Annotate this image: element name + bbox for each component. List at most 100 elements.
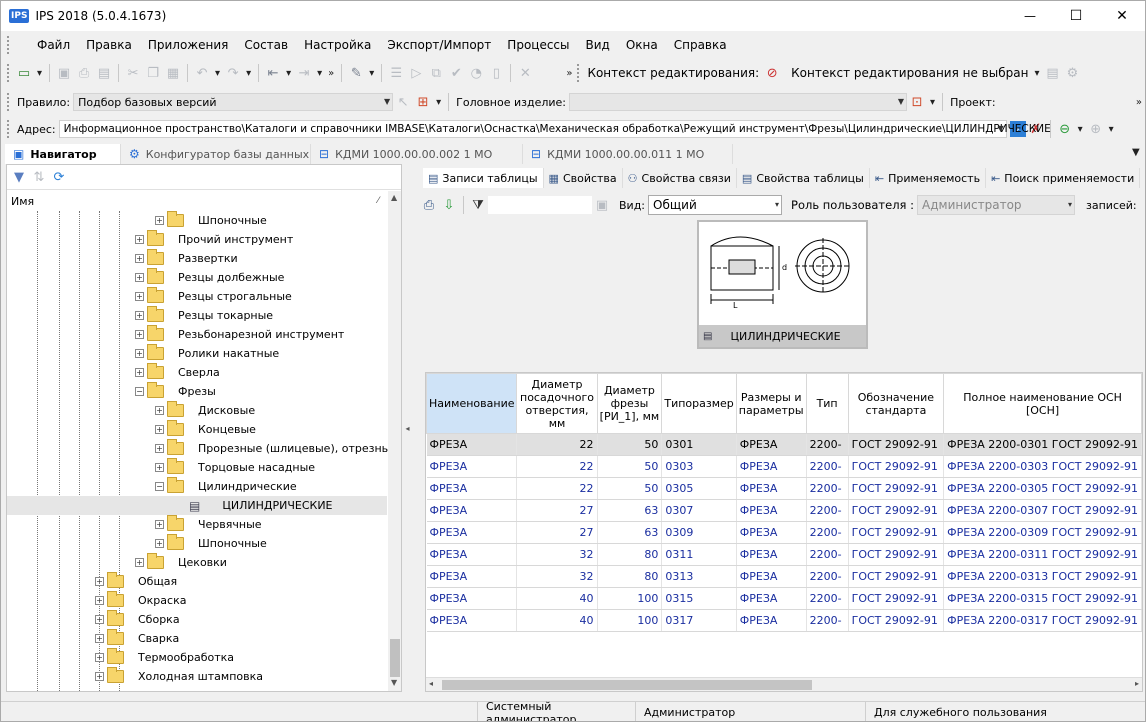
tree-node[interactable]: + Резьбонарезной инструмент [135,325,344,344]
tree-node[interactable]: + Ролики накатные [135,344,279,363]
table-cell[interactable]: ГОСТ 29092-91 [848,543,945,566]
expand-toggle-icon[interactable]: + [135,311,144,320]
table-cell[interactable]: ФРЕЗА [736,433,807,456]
head-product-select[interactable]: ▼ [569,93,908,111]
document-tabs-dropdown-icon[interactable]: ▼ [1129,147,1143,158]
table-cell[interactable]: ФРЕЗА 2200-0311 ГОСТ 29092-91 [943,543,1142,566]
expand-toggle-icon[interactable]: + [95,672,104,681]
print-icon[interactable]: ⎙ [74,63,94,83]
head-select-dropdown-icon[interactable]: ▾ [927,97,938,108]
table-cell[interactable]: 100 [597,609,663,632]
address-input[interactable]: Информационное пространство\Каталоги и с… [58,120,1051,138]
column-header-0[interactable]: Наименование [426,373,518,434]
tree-node[interactable]: − Фрезы [135,382,216,401]
table-cell[interactable]: ФРЕЗА [736,499,807,522]
menu-item-5[interactable]: Экспорт/Импорт [379,38,499,52]
edit-doc-dropdown-icon[interactable]: ▾ [366,68,377,79]
cut-icon[interactable]: ✂ [123,63,143,83]
table-row[interactable]: ФРЕЗА 27 63 0309 ФРЕЗА 2200- ГОСТ 29092-91 ФРЕЗ… [426,521,1142,544]
paste-icon[interactable]: ▦ [163,63,183,83]
tree-node[interactable]: + Шпоночные [155,534,267,553]
table-cell[interactable]: 80 [597,565,663,588]
toolbar-grip[interactable] [7,64,10,82]
structure-dropdown-icon[interactable]: ▾ [433,97,444,108]
image-dropdown-icon[interactable]: ▾ [34,68,45,79]
insert-dropdown-icon[interactable]: ▾ [283,68,294,79]
tree-node[interactable]: + Резцы долбежные [135,268,284,287]
table-row[interactable]: ФРЕЗА 40 100 0315 ФРЕЗА 2200- ГОСТ 29092-91 ФРЕ… [426,587,1142,610]
tree-node[interactable]: ▤ ЦИЛИНДРИЧЕСКИЕ [7,496,387,515]
tree-header[interactable]: Имя ⁄ [7,193,401,209]
filter-input[interactable] [488,196,592,214]
tree-node[interactable]: + Прочий инструмент [135,230,293,249]
toolbar-overflow-icon[interactable]: » [325,68,337,79]
minimize-button[interactable]: — [1007,9,1053,23]
context-dropdown-icon[interactable]: ▾ [1031,68,1042,79]
table-cell[interactable]: 63 [597,521,663,544]
rule-select[interactable]: Подбор базовых версий ▼ [73,93,394,111]
tree-node[interactable]: + Червячные [155,515,262,534]
table-cell[interactable]: ФРЕЗА [426,455,518,478]
redo-dropdown-icon[interactable]: ▾ [243,68,254,79]
head-select-icon[interactable]: ⊡ [907,92,927,112]
expand-toggle-icon[interactable]: + [135,292,144,301]
table-cell[interactable]: 2200- [806,609,849,632]
move-icon[interactable]: ⇥ [294,63,314,83]
table-cell[interactable]: ФРЕЗА [426,609,518,632]
menu-item-8[interactable]: Окна [618,38,666,52]
table-cell[interactable]: ФРЕЗА [426,521,518,544]
table-cell[interactable]: 0315 [661,587,737,610]
table-cell[interactable]: ФРЕЗА [736,521,807,544]
grid-hscrollbar[interactable]: ◂ ▸ [426,677,1142,691]
expand-toggle-icon[interactable]: + [95,615,104,624]
back-icon[interactable]: ⊖ [1055,119,1075,139]
grid-hscroll-thumb[interactable] [442,680,812,690]
tree-node[interactable]: + Общая [95,572,177,591]
no-context-icon[interactable]: ⊘ [762,63,782,83]
document-icon[interactable]: ▯ [486,63,506,83]
expand-toggle-icon[interactable]: + [155,425,164,434]
tree-scrollbar[interactable]: ▲ ▼ [388,191,401,691]
record-tab-4[interactable]: ⇤ Применяемость [870,168,987,188]
play-icon[interactable]: ▷ [406,63,426,83]
table-cell[interactable]: ФРЕЗА 2200-0303 ГОСТ 29092-91 [943,455,1142,478]
tree-node[interactable]: + Цековки [135,553,227,572]
context-settings-icon[interactable]: ⚙ [1062,63,1082,83]
menu-item-1[interactable]: Правка [78,38,140,52]
table-cell[interactable]: 50 [597,455,663,478]
copy-icon[interactable]: ❐ [143,63,163,83]
table-cell[interactable]: ФРЕЗА [736,587,807,610]
forward-icon[interactable]: ⊕ [1086,119,1106,139]
menu-item-6[interactable]: Процессы [499,38,577,52]
table-cell[interactable]: ФРЕЗА [426,499,518,522]
view-select[interactable]: Общий ▾ [648,195,783,215]
tree-node[interactable]: + Резцы токарные [135,306,273,325]
table-cell[interactable]: ФРЕЗА [426,433,518,456]
doc-tab-1[interactable]: ⚙ Конфигуратор базы данных [121,144,311,164]
table-cell[interactable]: 63 [597,499,663,522]
table-cell[interactable]: ФРЕЗА [426,565,518,588]
save-icon[interactable]: ▣ [54,63,74,83]
insert-icon[interactable]: ⇤ [263,63,283,83]
expand-toggle-icon[interactable]: + [95,634,104,643]
table-row[interactable]: ФРЕЗА 22 50 0301 ФРЕЗА 2200- ГОСТ 29092-91 ФРЕЗ… [426,433,1142,456]
tree-node[interactable]: + Сверла [135,363,220,382]
table-cell[interactable]: 2200- [806,543,849,566]
expand-toggle-icon[interactable]: + [135,558,144,567]
back-dropdown-icon[interactable]: ▾ [1075,124,1086,135]
column-header-5[interactable]: Тип [805,373,849,434]
tree-node[interactable]: + Торцовые насадные [155,458,315,477]
tree-node[interactable]: + Холодная штамповка [95,667,263,686]
table-cell[interactable]: 0313 [661,565,737,588]
menu-item-0[interactable]: Файл [29,38,78,52]
tree-node[interactable]: + Сварка [95,629,179,648]
column-header-4[interactable]: Размеры и параметры [735,373,807,434]
record-tab-1[interactable]: ▦ Свойства [544,168,623,188]
panel-splitter[interactable]: ◂ [404,164,411,692]
table-cell[interactable]: ФРЕЗА [736,477,807,500]
tree-node[interactable]: + Сборка [95,610,180,629]
table-cell[interactable]: 27 [516,521,598,544]
toolbar2-overflow-icon[interactable]: » [1133,97,1145,108]
record-tab-0[interactable]: ▤ Записи таблицы [423,168,544,188]
table-cell[interactable]: 2200- [806,565,849,588]
